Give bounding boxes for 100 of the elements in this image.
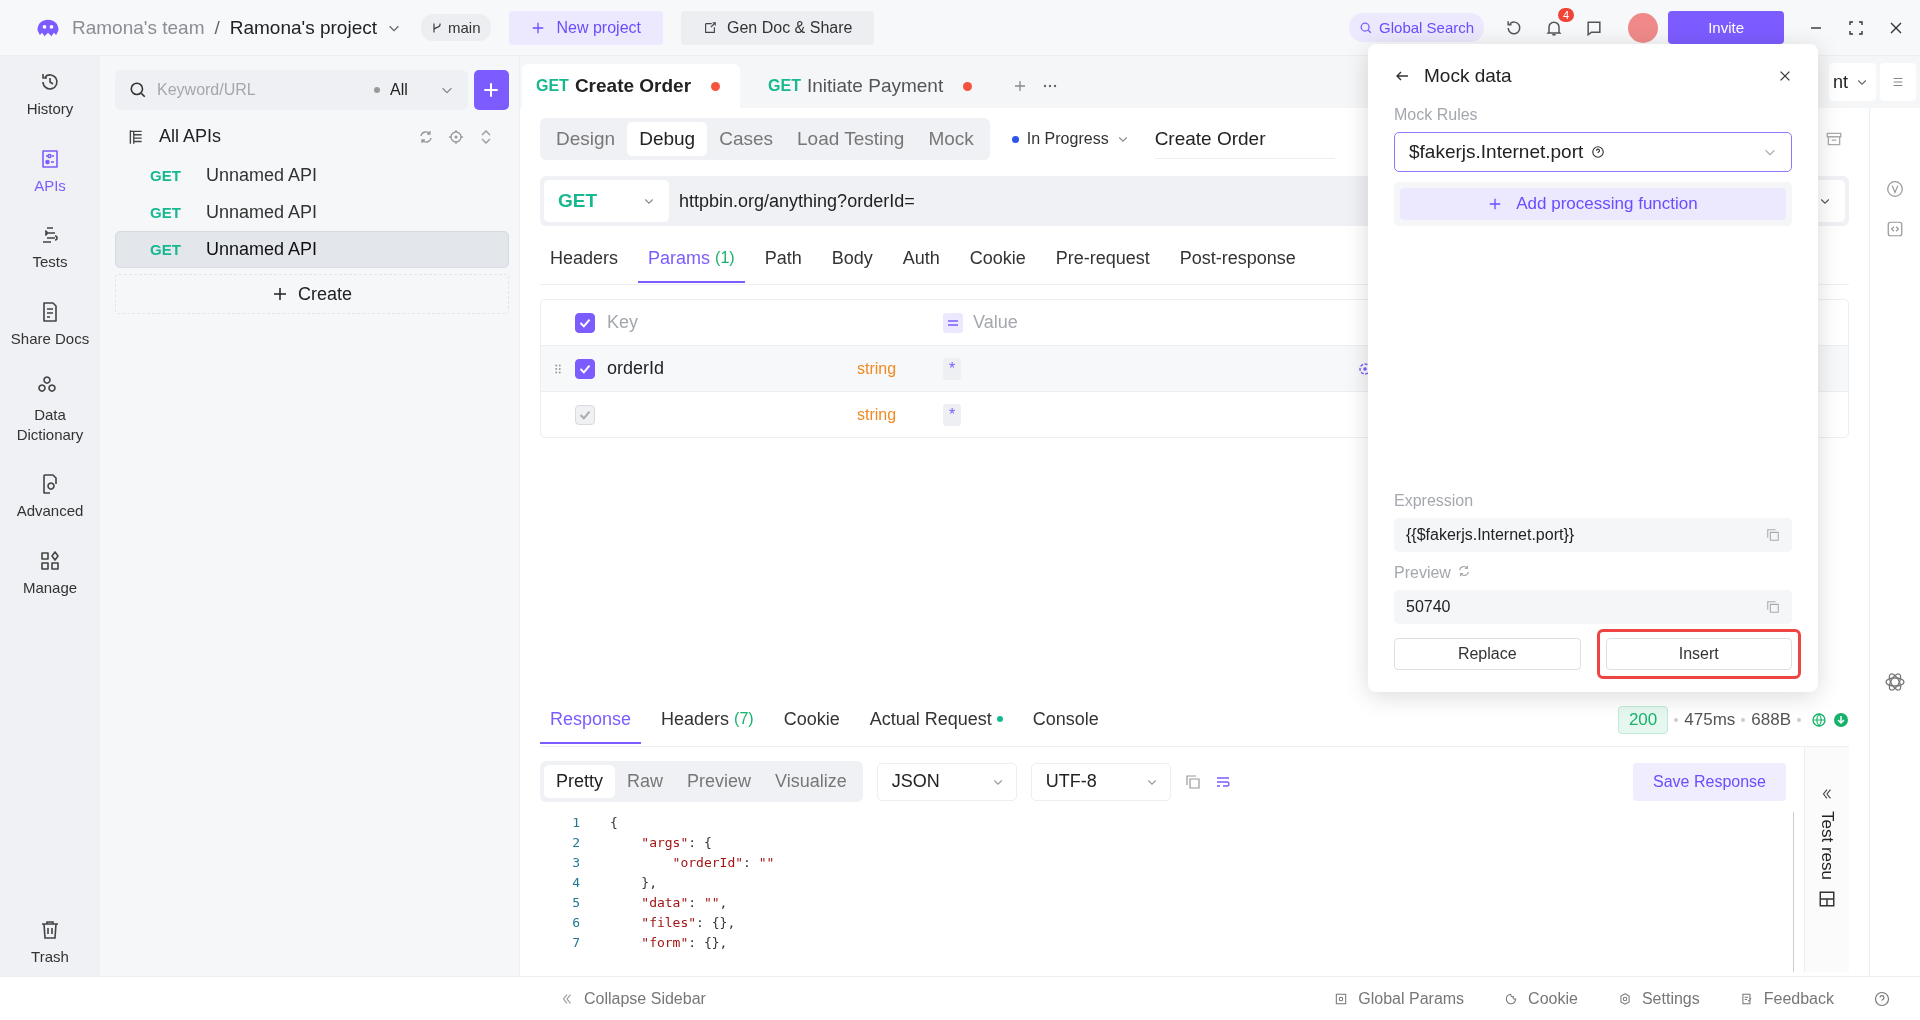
preview-field[interactable]: 50740	[1394, 590, 1792, 624]
mode-tab[interactable]: Mock	[916, 122, 986, 156]
test-results-panel[interactable]: Test resu	[1804, 747, 1849, 972]
equals-icon[interactable]	[943, 312, 963, 333]
gen-doc-button[interactable]: Gen Doc & Share	[681, 10, 875, 45]
nav-item[interactable]: Trash	[2, 917, 98, 966]
encoding-selector[interactable]: UTF-8	[1030, 762, 1171, 801]
footer-button[interactable]: Global Params	[1334, 989, 1465, 1008]
cookie-icon	[1504, 991, 1519, 1006]
code-icon[interactable]	[1886, 220, 1904, 238]
expression-field[interactable]: {{$fakerjs.Internet.port}}	[1394, 518, 1792, 552]
view-tab[interactable]: Visualize	[763, 765, 859, 798]
nav-item[interactable]: APIs	[2, 146, 98, 195]
request-section-tab[interactable]: Body	[821, 235, 883, 283]
footer-button[interactable]: Cookie	[1504, 989, 1578, 1008]
request-tab[interactable]: GET Create Order	[522, 64, 741, 108]
request-section-tab[interactable]: Auth	[892, 235, 950, 283]
status-selector[interactable]: In Progress	[1011, 130, 1129, 148]
line-number: 7	[571, 934, 580, 950]
checkbox[interactable]	[575, 358, 595, 379]
share-icon	[703, 20, 717, 35]
plus-icon	[530, 20, 545, 35]
footer-button[interactable]: Settings	[1617, 989, 1700, 1008]
api-list-item[interactable]: GET Unnamed API	[115, 194, 509, 231]
request-section-tab[interactable]: Post-response	[1169, 235, 1306, 283]
dialog-button[interactable]: Replace	[1394, 638, 1581, 670]
line-number: 4	[571, 874, 580, 890]
branch-icon	[431, 21, 443, 34]
nav-item[interactable]: Tests	[2, 223, 98, 272]
checkbox[interactable]	[575, 312, 595, 333]
mode-tab[interactable]: Debug	[627, 122, 708, 156]
refresh-icon[interactable]	[1456, 564, 1471, 578]
global-search-button[interactable]: Global Search	[1349, 13, 1485, 42]
api-list-item[interactable]: GET Unnamed API	[115, 231, 509, 268]
variable-icon[interactable]	[1886, 180, 1904, 198]
filter-selector[interactable]: All	[374, 81, 454, 99]
mode-tab[interactable]: Design	[544, 122, 628, 156]
request-section-tab[interactable]: Pre-request	[1045, 235, 1160, 283]
search-icon	[129, 81, 147, 99]
avatar[interactable]	[1628, 12, 1659, 43]
nav-item[interactable]: Data Dictionary	[2, 376, 98, 444]
project-name[interactable]: Ramona's project	[229, 16, 377, 39]
footer-button[interactable]: Feedback	[1739, 989, 1834, 1008]
response-tab[interactable]: Headers (7)	[651, 696, 764, 744]
maximize-icon[interactable]	[1848, 19, 1864, 36]
archive-icon[interactable]	[1825, 130, 1843, 148]
view-tab[interactable]: Pretty	[544, 765, 615, 798]
code-line: "orderId": ""	[671, 854, 775, 870]
request-section-tab[interactable]: Cookie	[959, 235, 1036, 283]
mock-button[interactable]: *	[943, 357, 962, 380]
request-section-tab[interactable]: Path	[754, 235, 812, 283]
api-list-item[interactable]: GET Unnamed API	[115, 157, 509, 194]
tree-root-label[interactable]: All APIs	[159, 126, 222, 147]
request-section-tab[interactable]: Params (1)	[638, 235, 745, 283]
save-response-button[interactable]: Save Response	[1633, 762, 1786, 801]
search-field[interactable]: Keyword/URL All	[115, 70, 468, 110]
format-selector[interactable]: JSON	[876, 762, 1017, 801]
folder-tree-icon	[127, 127, 145, 146]
close-icon[interactable]	[1778, 69, 1792, 83]
create-button[interactable]: Create	[115, 274, 509, 314]
nav-item[interactable]: Manage	[2, 548, 98, 597]
response-time: 475ms	[1684, 710, 1736, 730]
branch-selector[interactable]: main	[421, 14, 491, 41]
nav-item[interactable]: History	[2, 70, 98, 119]
plus-icon	[1488, 197, 1503, 211]
mode-tab[interactable]: Load Testing	[785, 122, 917, 156]
download-icon[interactable]	[1833, 712, 1849, 728]
collapse-sidebar-button[interactable]: Collapse Sidebar	[560, 989, 706, 1008]
help-icon[interactable]	[1874, 990, 1890, 1007]
request-section-tab[interactable]: Headers	[540, 235, 629, 283]
refresh-icon[interactable]	[418, 128, 434, 145]
line-number: 6	[571, 914, 580, 930]
mock-rule-selector[interactable]: $fakerjs.Internet.port	[1394, 132, 1792, 172]
environment-selector[interactable]: nt	[1829, 63, 1876, 101]
add-button[interactable]	[473, 70, 509, 110]
api-name-field[interactable]: Create Order	[1154, 119, 1335, 159]
add-function-button[interactable]: Add processing function	[1400, 188, 1786, 220]
copy-icon[interactable]	[1184, 773, 1201, 790]
menu-button[interactable]	[1880, 63, 1916, 101]
dialog-button[interactable]: Insert	[1605, 638, 1792, 670]
nav-item[interactable]: Share Docs	[2, 299, 98, 348]
copy-icon[interactable]	[1766, 600, 1780, 614]
response-tab[interactable]: Console	[1022, 696, 1109, 744]
invite-button[interactable]: Invite	[1668, 11, 1784, 44]
globe-icon[interactable]	[1811, 712, 1827, 728]
param-key[interactable]: orderId	[607, 358, 665, 378]
view-tab[interactable]: Raw	[615, 765, 676, 798]
new-project-button[interactable]: New project	[508, 10, 663, 45]
view-tab[interactable]: Preview	[675, 765, 764, 798]
url-field[interactable]: httpbin.org/anything?orderId=	[669, 190, 915, 212]
mode-tab[interactable]: Cases	[707, 122, 785, 156]
locate-icon[interactable]	[448, 128, 464, 145]
response-tab[interactable]: Actual Request	[859, 696, 1013, 744]
request-tab[interactable]: GET Initiate Payment	[754, 64, 993, 108]
line-number: 2	[571, 834, 580, 850]
nav-item[interactable]: Advanced	[2, 472, 98, 521]
response-tab[interactable]: Cookie	[773, 696, 850, 744]
field-label: Mock Rules	[1394, 106, 1479, 124]
copy-icon[interactable]	[1766, 528, 1780, 542]
response-tab[interactable]: Response	[540, 696, 642, 744]
